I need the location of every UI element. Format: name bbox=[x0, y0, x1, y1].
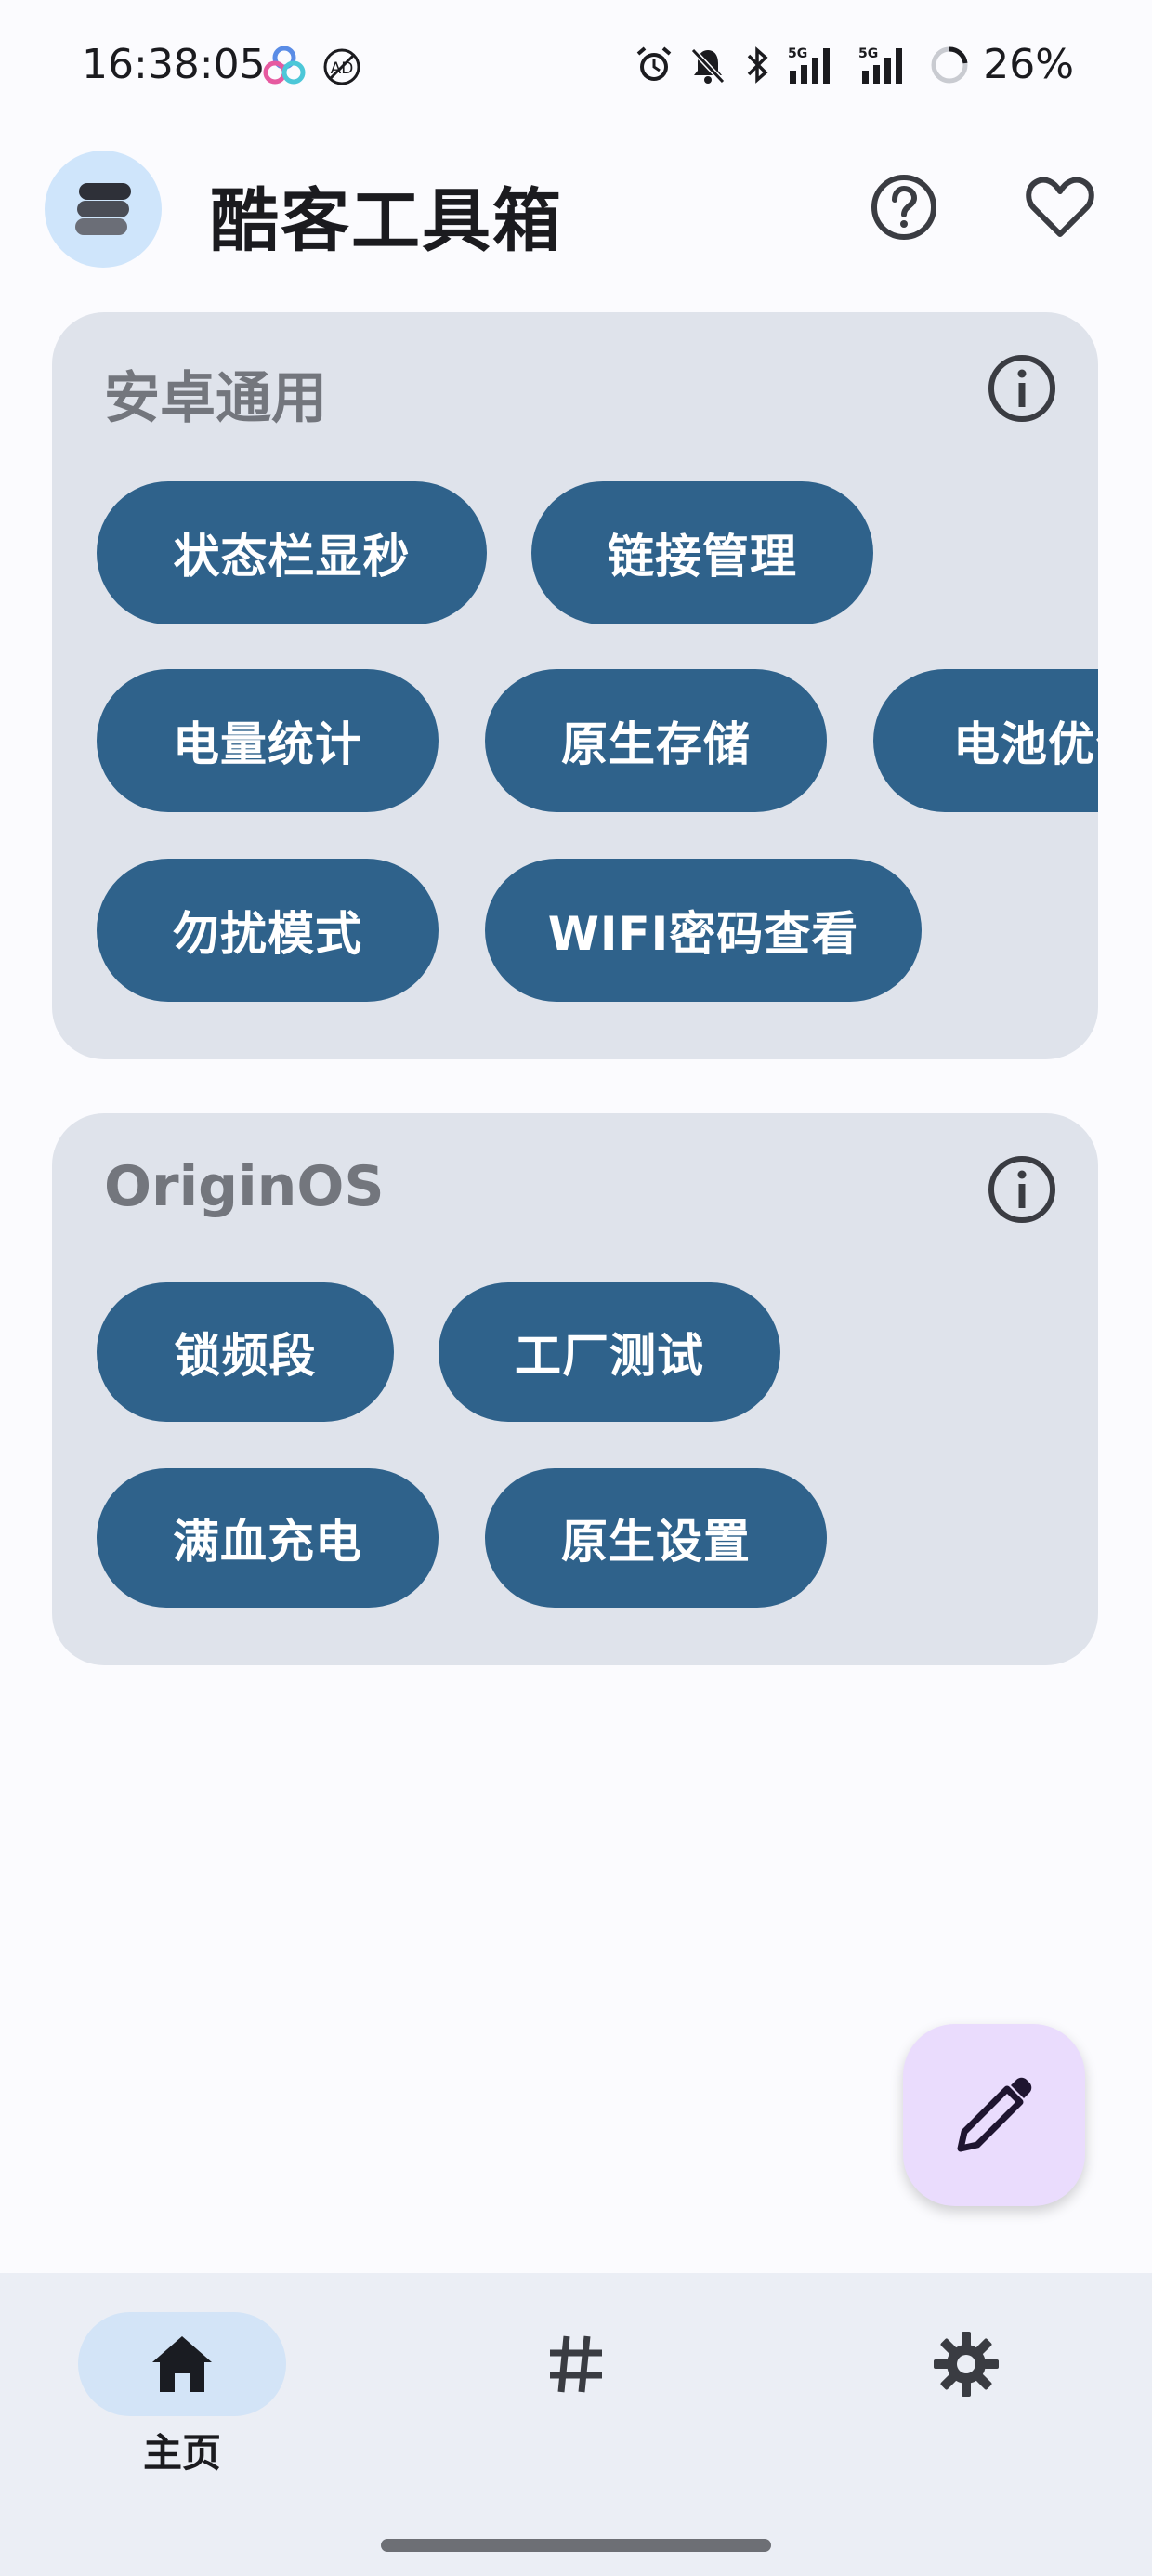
chip-native-settings[interactable]: 原生设置 bbox=[485, 1468, 827, 1608]
chip-do-not-disturb[interactable]: 勿扰模式 bbox=[97, 859, 439, 1002]
app-header: 酷客工具箱 bbox=[0, 139, 1152, 279]
svg-text:5G: 5G bbox=[788, 46, 807, 61]
mute-icon bbox=[691, 47, 726, 84]
section-title: OriginOS bbox=[104, 1154, 385, 1219]
bluetooth-icon bbox=[747, 46, 768, 84]
bottom-navigation: 主页 bbox=[0, 2273, 1152, 2576]
chip-status-bar-seconds[interactable]: 状态栏显秒 bbox=[97, 481, 487, 624]
section-originos: OriginOS 锁频段 工厂测试 满血充电 原生设置 bbox=[52, 1113, 1098, 1665]
chip-battery-stats[interactable]: 电量统计 bbox=[97, 669, 439, 812]
info-icon[interactable] bbox=[987, 353, 1057, 424]
gear-icon bbox=[934, 2332, 999, 2397]
section-title: 安卓通用 bbox=[104, 366, 327, 431]
nav-indicator bbox=[78, 2312, 286, 2416]
app-notification-icon bbox=[263, 46, 306, 85]
home-gesture-bar[interactable] bbox=[381, 2539, 771, 2552]
nav-item-home[interactable]: 主页 bbox=[71, 2312, 294, 2478]
svg-text:5G: 5G bbox=[858, 46, 878, 61]
info-icon[interactable] bbox=[987, 1154, 1057, 1225]
section-android-general: 安卓通用 状态栏显秒 链接管理 电量统计 原生存储 电池优化 勿扰模式 WIFI… bbox=[52, 312, 1098, 1059]
help-icon bbox=[871, 175, 936, 240]
chip-wifi-password[interactable]: WIFI密码查看 bbox=[485, 859, 922, 1002]
nav-indicator bbox=[862, 2312, 1070, 2416]
chip-band-lock[interactable]: 锁频段 bbox=[97, 1282, 394, 1422]
home-icon bbox=[152, 2336, 212, 2392]
chip-link-manager[interactable]: 链接管理 bbox=[531, 481, 873, 624]
chip-factory-test[interactable]: 工厂测试 bbox=[439, 1282, 780, 1422]
battery-icon bbox=[931, 46, 968, 83]
signal-icon-sim1: 5G bbox=[788, 46, 831, 84]
chip-full-charge[interactable]: 满血充电 bbox=[97, 1468, 439, 1608]
nav-item-settings[interactable] bbox=[855, 2312, 1078, 2416]
nav-indicator bbox=[472, 2312, 680, 2416]
favorite-button[interactable] bbox=[1018, 165, 1102, 249]
status-bar: 16:38:05 AD 5G bbox=[0, 0, 1152, 139]
nav-item-tags[interactable] bbox=[465, 2312, 687, 2416]
alarm-icon bbox=[636, 46, 672, 81]
page-title: 酷客工具箱 bbox=[210, 181, 563, 261]
layers-icon bbox=[75, 183, 131, 235]
chip-native-storage[interactable]: 原生存储 bbox=[485, 669, 827, 812]
app-logo bbox=[45, 151, 162, 268]
signal-icon-sim2: 5G bbox=[858, 46, 903, 84]
chip-battery-optimization[interactable]: 电池优化 bbox=[873, 669, 1098, 812]
edit-fab-button[interactable] bbox=[903, 2024, 1085, 2206]
ad-block-icon: AD bbox=[323, 48, 360, 85]
tag-icon bbox=[550, 2335, 602, 2393]
battery-percent: 26% bbox=[983, 41, 1074, 88]
pencil-icon bbox=[957, 2077, 1032, 2152]
heart-icon bbox=[1026, 177, 1094, 237]
nav-label-home: 主页 bbox=[142, 2430, 221, 2476]
help-button[interactable] bbox=[862, 165, 946, 249]
status-time: 16:38:05 bbox=[82, 41, 266, 88]
